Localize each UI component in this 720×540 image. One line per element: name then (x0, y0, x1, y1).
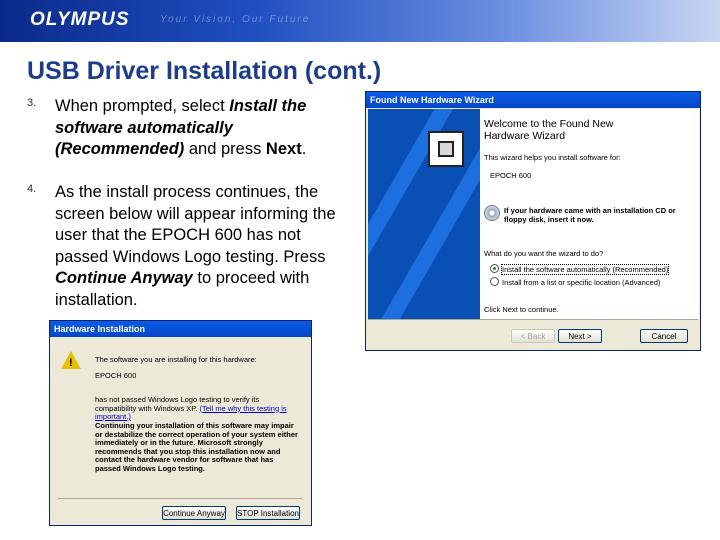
step-number: 4. (27, 183, 37, 195)
dialog-warning-text: Continuing your installation of this sof… (95, 421, 298, 473)
wizard-cd-prompt: If your hardware came with an installati… (504, 206, 676, 224)
wizard-footer-text: Click Next to continue. (484, 305, 559, 314)
dialog-body: ! The software you are installing for th… (52, 338, 309, 524)
step-segment: and press (184, 140, 266, 158)
back-button[interactable]: < Back (511, 329, 555, 343)
option-label: Install the software automatically (Reco… (500, 264, 670, 275)
step-segment: Next (265, 140, 302, 158)
cancel-button[interactable]: Cancel (640, 329, 688, 343)
found-new-hardware-wizard: Found New Hardware Wizard Welcome to the… (365, 91, 701, 351)
warning-exclamation-icon: ! (69, 357, 73, 369)
radio-selected-icon[interactable] (490, 264, 499, 273)
dialog-line1: The software you are installing for this… (95, 355, 257, 364)
hardware-installation-dialog: Hardware Installation ! The software you… (49, 320, 312, 526)
step-number: 3. (27, 97, 37, 109)
wizard-heading: Welcome to the Found New Hardware Wizard (484, 118, 614, 142)
brand-tagline: Your Vision, Our Future (160, 14, 311, 25)
wizard-content: Welcome to the Found New Hardware Wizard… (480, 109, 699, 319)
radio-icon[interactable] (490, 277, 499, 286)
dialog-titlebar[interactable]: Hardware Installation (50, 321, 311, 337)
wizard-side-graphic (368, 109, 480, 319)
wizard-question: What do you want the wizard to do? (484, 249, 604, 258)
step-text: When prompted, select Install the softwa… (55, 96, 355, 161)
slide-title: USB Driver Installation (cont.) (27, 57, 382, 85)
wizard-intro: This wizard helps you install software f… (484, 153, 621, 162)
step-segment: . (301, 140, 307, 158)
dialog-device-name: EPOCH 600 (95, 371, 137, 380)
step-text: As the install process continues, the sc… (55, 182, 355, 311)
stop-installation-button[interactable]: STOP Installation (236, 506, 300, 520)
header-banner: OLYMPUS Your Vision, Our Future (0, 0, 720, 42)
option-install-automatically[interactable]: Install the software automatically (Reco… (490, 264, 670, 275)
hardware-icon (428, 131, 464, 167)
step-segment: As the install process continues, the sc… (55, 183, 336, 266)
cd-icon (484, 205, 500, 221)
wizard-titlebar[interactable]: Found New Hardware Wizard (366, 92, 700, 108)
wizard-device-name: EPOCH 600 (490, 171, 532, 180)
brand-logo: OLYMPUS (30, 9, 130, 30)
hardware-icon-inner (438, 141, 454, 157)
divider (58, 498, 302, 499)
continue-anyway-button[interactable]: Continue Anyway (162, 506, 226, 520)
option-install-from-list[interactable]: Install from a list or specific location… (490, 277, 660, 287)
step-segment: Continue Anyway (55, 269, 193, 287)
option-label: Install from a list or specific location… (502, 278, 661, 287)
step-segment: When prompted, select (55, 97, 230, 115)
dialog-logo-text: has not passed Windows Logo testing to v… (95, 395, 300, 422)
next-button[interactable]: Next > (558, 329, 602, 343)
divider (368, 319, 698, 320)
